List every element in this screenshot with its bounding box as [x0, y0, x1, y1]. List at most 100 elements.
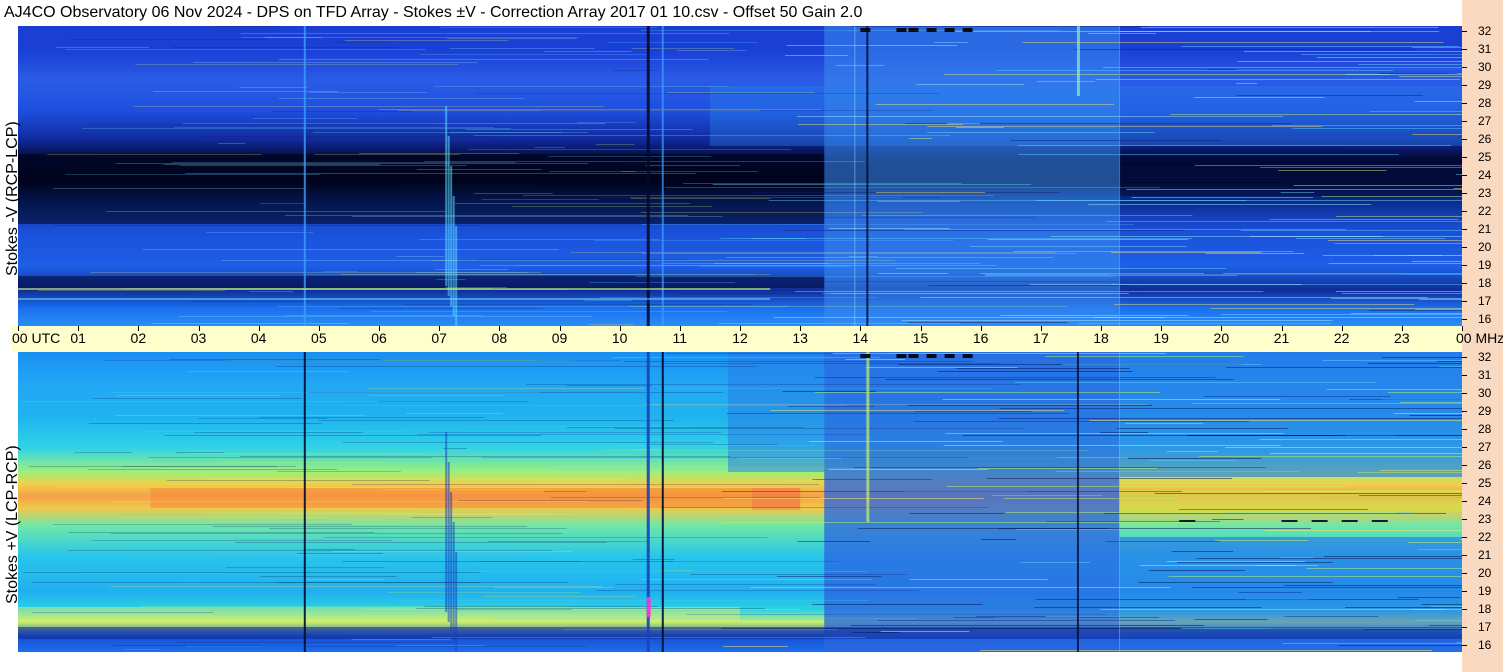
heatmap-burst [452, 522, 455, 642]
heatmap-streak [402, 304, 753, 305]
heatmap-streak [163, 164, 381, 165]
x-tick-label: 04 [250, 330, 267, 346]
y-tick-label: 24 [1478, 168, 1492, 182]
heatmap-streak [796, 116, 1283, 117]
x-tick-label: 06 [371, 330, 387, 346]
heatmap-streak [342, 442, 714, 443]
heatmap-streak [1265, 530, 1462, 531]
heatmap-streak [67, 550, 553, 551]
heatmap-streak [1367, 363, 1462, 364]
y-tick-mark [1462, 555, 1467, 556]
heatmap-streak [1124, 423, 1204, 424]
heatmap-streak [278, 98, 525, 99]
heatmap-streak [584, 300, 632, 301]
heatmap-streak [808, 441, 1003, 442]
heatmap-streak [1016, 529, 1449, 530]
heatmap-streak [481, 199, 599, 200]
y-tick-mark [1462, 519, 1467, 520]
heatmap-streak [184, 173, 697, 174]
heatmap-streak [1368, 310, 1462, 311]
heatmap-streak [851, 26, 1150, 27]
heatmap-streak [1166, 451, 1218, 452]
heatmap-streak [797, 541, 871, 542]
x-tick-label: 19 [1153, 330, 1169, 346]
heatmap-streak [875, 192, 986, 193]
heatmap-streak [151, 323, 349, 324]
y-tick-label: 25 [1478, 150, 1492, 164]
heatmap-streak [55, 47, 149, 48]
heatmap-streak [239, 87, 308, 88]
heatmap-vline [866, 352, 870, 522]
heatmap-dot [1371, 520, 1388, 522]
x-tick-mark [1341, 326, 1343, 331]
heatmap-streak [202, 479, 626, 480]
heatmap-streak [1349, 399, 1462, 400]
heatmap-streak [178, 316, 593, 317]
heatmap-streak [473, 135, 951, 136]
heatmap-streak [1074, 49, 1415, 50]
heatmap-streak [725, 257, 1053, 258]
y-tick-mark [1462, 139, 1467, 140]
heatmap-streak [87, 124, 437, 125]
heatmap-streak [770, 410, 1065, 411]
heatmap-streak [721, 628, 1204, 629]
heatmap-streak [1103, 67, 1462, 68]
heatmap-streak [1240, 230, 1462, 231]
heatmap-streak [416, 608, 765, 609]
heatmap-streak [143, 431, 364, 432]
heatmap-vline [1076, 26, 1080, 96]
heatmap-streak [275, 366, 757, 367]
heatmap-streak [612, 357, 880, 358]
heatmap-streak [845, 359, 906, 360]
x-tick-mark [439, 326, 441, 331]
heatmap-streak [650, 444, 778, 445]
heatmap-streak [970, 246, 1187, 247]
heatmap-burst [455, 552, 458, 652]
y-tick-mark [1462, 157, 1467, 158]
y-tick-mark [1462, 375, 1467, 376]
heatmap-streak [621, 163, 647, 164]
y-tick-mark [1462, 283, 1467, 284]
heatmap-streak [908, 405, 1153, 406]
heatmap-streak [1280, 192, 1315, 193]
heatmap-streak [566, 427, 805, 428]
heatmap-streak [91, 540, 393, 541]
heatmap-streak [187, 453, 425, 454]
heatmap-streak [462, 426, 690, 427]
time-axis: 00 UTC 01 02 03 04 05 06 07 08 09 10 11 12 13 14 15 16 17… [12, 326, 1503, 352]
heatmap-streak [1224, 447, 1462, 448]
heatmap-streak [1236, 83, 1258, 84]
y-tick-mark [1462, 31, 1467, 32]
heatmap-streak [57, 487, 387, 488]
heatmap-streak [297, 553, 384, 554]
x-tick-label: 22 [1333, 330, 1350, 346]
heatmap-streak [720, 238, 1193, 239]
spectrogram-bottom [18, 352, 1462, 652]
y-tick-label: 19 [1478, 584, 1492, 598]
y-tick-label: 19 [1478, 258, 1492, 272]
heatmap-streak [980, 539, 1016, 540]
heatmap-streak [193, 62, 478, 63]
heatmap-streak [323, 537, 769, 538]
heatmap-streak [812, 479, 933, 480]
heatmap-streak [1322, 255, 1442, 256]
heatmap-streak [1223, 273, 1462, 274]
heatmap-streak [341, 405, 847, 406]
heatmap-streak [665, 187, 1161, 188]
heatmap-dot [962, 354, 973, 358]
heatmap-streak [164, 435, 541, 436]
heatmap-streak [235, 542, 607, 543]
heatmap-streak [1149, 460, 1236, 461]
heatmap-streak [1261, 491, 1462, 492]
x-tick-mark [800, 326, 802, 331]
x-tick-label: 09 [551, 330, 568, 346]
heatmap-streak [398, 600, 869, 601]
heatmap-streak [1093, 317, 1462, 318]
heatmap-streak [1106, 221, 1462, 222]
heatmap-streak [1014, 382, 1376, 383]
x-tick-mark [1161, 326, 1163, 331]
heatmap-streak [1272, 125, 1462, 126]
heatmap-streak [1422, 604, 1462, 605]
heatmap-streak [615, 584, 877, 585]
heatmap-streak [1166, 561, 1306, 562]
